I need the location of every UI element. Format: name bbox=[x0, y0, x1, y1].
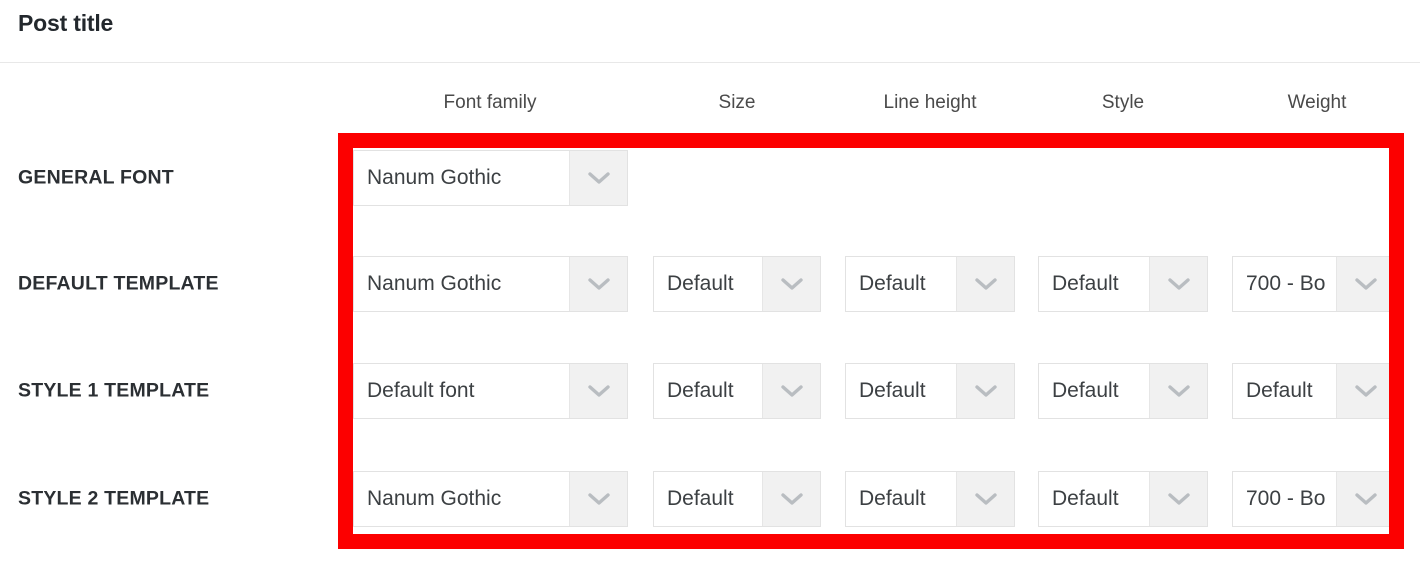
chevron-down-icon[interactable] bbox=[569, 151, 627, 205]
dropdown-default-template-size[interactable]: Default bbox=[653, 256, 821, 312]
dropdown-value: Default bbox=[1233, 364, 1336, 418]
font-settings-table: GENERAL FONT Nanum Gothic DEFAULT TEMPLA… bbox=[0, 0, 1420, 566]
dropdown-value: Default bbox=[1039, 257, 1149, 311]
table-row: STYLE 2 TEMPLATE Nanum Gothic Default De… bbox=[0, 471, 1420, 527]
dropdown-style-2-template-font-family[interactable]: Nanum Gothic bbox=[353, 471, 628, 527]
chevron-down-icon[interactable] bbox=[956, 257, 1014, 311]
chevron-down-icon[interactable] bbox=[1336, 472, 1394, 526]
row-label-style-1-template: STYLE 1 TEMPLATE bbox=[18, 379, 210, 402]
chevron-down-icon[interactable] bbox=[956, 472, 1014, 526]
row-label-general-font: GENERAL FONT bbox=[18, 166, 174, 189]
dropdown-value: Nanum Gothic bbox=[354, 151, 569, 205]
dropdown-value: Default bbox=[846, 257, 956, 311]
chevron-down-icon[interactable] bbox=[762, 472, 820, 526]
dropdown-value: 700 - Bo bbox=[1233, 257, 1336, 311]
table-row: DEFAULT TEMPLATE Nanum Gothic Default De… bbox=[0, 256, 1420, 312]
dropdown-value: Default bbox=[1039, 472, 1149, 526]
row-label-default-template: DEFAULT TEMPLATE bbox=[18, 272, 219, 295]
dropdown-value: Default font bbox=[354, 364, 569, 418]
dropdown-default-template-font-family[interactable]: Nanum Gothic bbox=[353, 256, 628, 312]
dropdown-value: Nanum Gothic bbox=[354, 257, 569, 311]
dropdown-general-font-family[interactable]: Nanum Gothic bbox=[353, 150, 628, 206]
dropdown-value: Default bbox=[846, 364, 956, 418]
dropdown-value: Nanum Gothic bbox=[354, 472, 569, 526]
table-row: STYLE 1 TEMPLATE Default font Default De… bbox=[0, 363, 1420, 419]
dropdown-style-2-template-line-height[interactable]: Default bbox=[845, 471, 1015, 527]
dropdown-style-1-template-style[interactable]: Default bbox=[1038, 363, 1208, 419]
dropdown-default-template-weight[interactable]: 700 - Bo bbox=[1232, 256, 1395, 312]
chevron-down-icon[interactable] bbox=[762, 257, 820, 311]
dropdown-style-1-template-size[interactable]: Default bbox=[653, 363, 821, 419]
chevron-down-icon[interactable] bbox=[569, 257, 627, 311]
chevron-down-icon[interactable] bbox=[1149, 472, 1207, 526]
chevron-down-icon[interactable] bbox=[569, 472, 627, 526]
chevron-down-icon[interactable] bbox=[569, 364, 627, 418]
dropdown-style-1-template-weight[interactable]: Default bbox=[1232, 363, 1395, 419]
row-label-style-2-template: STYLE 2 TEMPLATE bbox=[18, 487, 210, 510]
dropdown-style-1-template-font-family[interactable]: Default font bbox=[353, 363, 628, 419]
dropdown-style-2-template-style[interactable]: Default bbox=[1038, 471, 1208, 527]
dropdown-value: Default bbox=[1039, 364, 1149, 418]
chevron-down-icon[interactable] bbox=[956, 364, 1014, 418]
chevron-down-icon[interactable] bbox=[1336, 257, 1394, 311]
table-row: GENERAL FONT Nanum Gothic bbox=[0, 150, 1420, 206]
dropdown-value: Default bbox=[654, 472, 762, 526]
chevron-down-icon[interactable] bbox=[1149, 364, 1207, 418]
dropdown-style-1-template-line-height[interactable]: Default bbox=[845, 363, 1015, 419]
chevron-down-icon[interactable] bbox=[762, 364, 820, 418]
dropdown-value: Default bbox=[654, 257, 762, 311]
dropdown-style-2-template-size[interactable]: Default bbox=[653, 471, 821, 527]
dropdown-default-template-line-height[interactable]: Default bbox=[845, 256, 1015, 312]
dropdown-style-2-template-weight[interactable]: 700 - Bo bbox=[1232, 471, 1395, 527]
dropdown-value: Default bbox=[846, 472, 956, 526]
dropdown-default-template-style[interactable]: Default bbox=[1038, 256, 1208, 312]
chevron-down-icon[interactable] bbox=[1149, 257, 1207, 311]
dropdown-value: 700 - Bo bbox=[1233, 472, 1336, 526]
chevron-down-icon[interactable] bbox=[1336, 364, 1394, 418]
dropdown-value: Default bbox=[654, 364, 762, 418]
